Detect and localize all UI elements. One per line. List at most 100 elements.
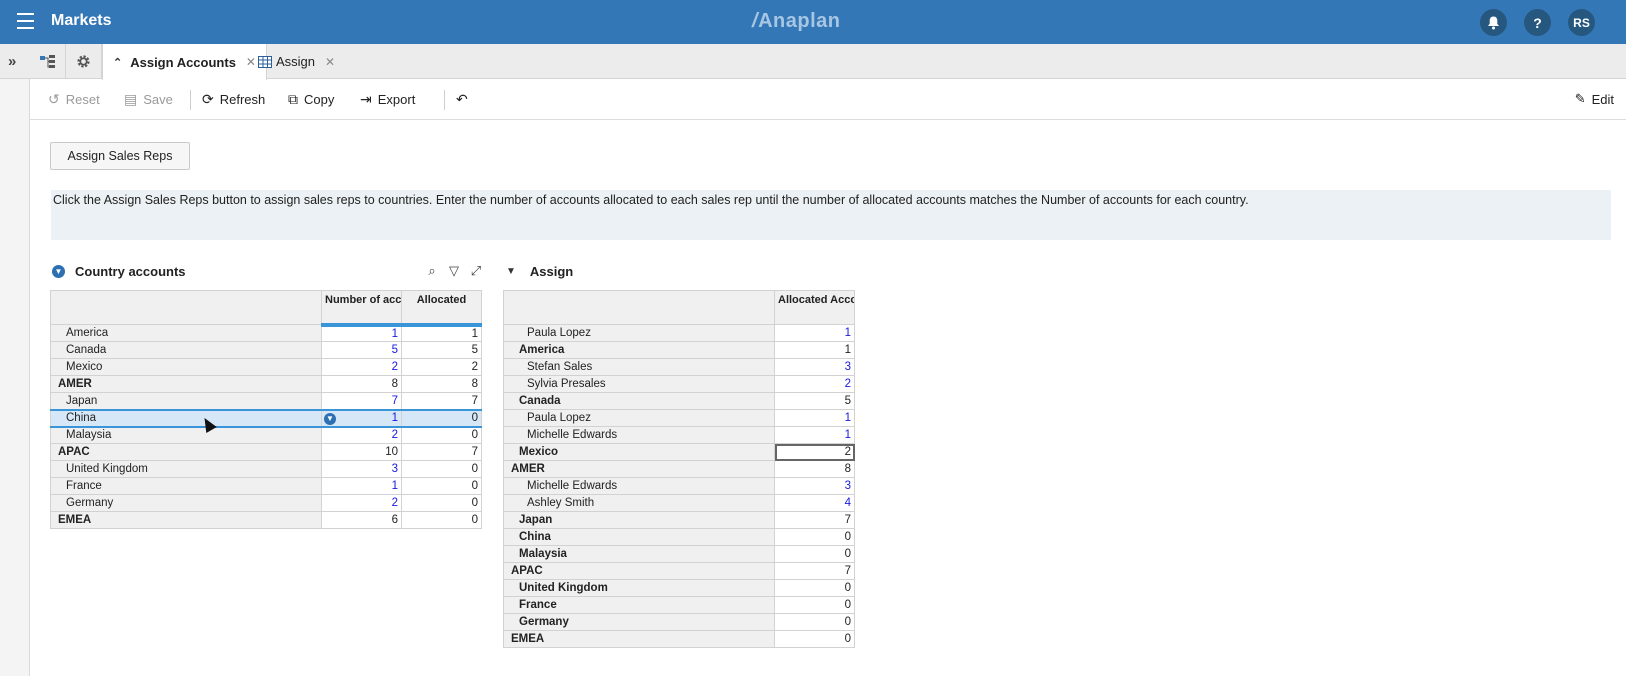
allocated-accounts-cell[interactable]: 2 (774, 375, 855, 393)
copy-icon: ⧉ (288, 91, 298, 107)
cell-dropdown-icon[interactable]: ▼ (324, 412, 336, 425)
refresh-icon: ⟳ (202, 91, 214, 107)
table-row[interactable]: APAC 10 7 (50, 443, 482, 461)
table-row[interactable]: America 1 1 (50, 324, 482, 342)
user-avatar[interactable]: RS (1568, 9, 1595, 36)
expand-rail-icon[interactable]: » (8, 53, 16, 70)
export-button[interactable]: ⇥ Export (360, 91, 415, 108)
table-row[interactable]: Germany 2 0 (50, 494, 482, 512)
table-row[interactable]: Michelle Edwards 1 (503, 426, 855, 444)
number-of-accounts-cell[interactable]: ▼ 1 (321, 408, 402, 428)
row-label: Germany (50, 494, 322, 512)
copy-button[interactable]: ⧉ Copy (288, 91, 334, 108)
row-label: Malaysia (503, 545, 775, 563)
number-of-accounts-cell[interactable]: 1 (321, 324, 402, 342)
number-of-accounts-cell[interactable]: 2 (321, 426, 402, 444)
grid-module-icon (258, 55, 272, 68)
allocated-accounts-cell: 0 (774, 630, 855, 648)
allocated-accounts-cell[interactable]: 1 (774, 426, 855, 444)
table-row[interactable]: France 1 0 (50, 477, 482, 495)
table-row[interactable]: Paula Lopez 1 (503, 409, 855, 427)
search-icon[interactable]: ⌕ (424, 263, 440, 279)
allocated-accounts-cell: 0 (774, 613, 855, 631)
table-row[interactable]: Ashley Smith 4 (503, 494, 855, 512)
close-tab-icon[interactable]: ✕ (325, 55, 335, 69)
save-button[interactable]: ▤ Save (124, 91, 173, 108)
table-row[interactable]: AMER 8 (503, 460, 855, 478)
table-row[interactable]: Stefan Sales 3 (503, 358, 855, 376)
table-row[interactable]: EMEA 6 0 (50, 511, 482, 529)
collapse-triangle-icon[interactable]: ▼ (506, 266, 516, 277)
table-row[interactable]: EMEA 0 (503, 630, 855, 648)
table-row[interactable]: Japan 7 (503, 511, 855, 529)
allocated-accounts-cell[interactable]: 2 (774, 443, 855, 461)
assign-sales-reps-button[interactable]: Assign Sales Reps (50, 142, 190, 170)
table-row[interactable]: America 1 (503, 341, 855, 359)
model-structure-icon[interactable] (30, 44, 66, 79)
filter-icon[interactable]: ▽ (446, 263, 462, 279)
table-row[interactable]: China 0 (503, 528, 855, 546)
table-row[interactable]: France 0 (503, 596, 855, 614)
edit-button[interactable]: ✎ Edit (1575, 91, 1614, 107)
info-text: Click the Assign Sales Reps button to as… (51, 190, 1611, 240)
table-row[interactable]: Malaysia 2 0 (50, 426, 482, 444)
row-label: America (50, 324, 322, 342)
number-of-accounts-cell[interactable]: 7 (321, 392, 402, 410)
allocated-accounts-cell[interactable]: 4 (774, 494, 855, 512)
allocated-accounts-cell[interactable]: 3 (774, 358, 855, 376)
table-row[interactable]: AMER 8 8 (50, 375, 482, 393)
number-of-accounts-cell[interactable]: 2 (321, 494, 402, 512)
refresh-button[interactable]: ⟳ Refresh (202, 91, 265, 108)
row-label: Japan (50, 392, 322, 410)
table-row[interactable]: Germany 0 (503, 613, 855, 631)
column-header-number-of-accounts[interactable]: Number of accounts (321, 290, 402, 327)
table-row[interactable]: Paula Lopez 1 (503, 324, 855, 342)
number-of-accounts-cell[interactable]: 1 (321, 477, 402, 495)
row-label: Canada (50, 341, 322, 359)
collapse-chevron-icon[interactable]: ⌃ (113, 56, 122, 69)
table-row[interactable]: Canada 5 (503, 392, 855, 410)
allocated-accounts-cell: 8 (774, 460, 855, 478)
number-of-accounts-cell[interactable]: 3 (321, 460, 402, 478)
allocated-accounts-cell: 0 (774, 545, 855, 563)
allocated-accounts-cell: 7 (774, 562, 855, 580)
allocated-accounts-cell: 1 (774, 341, 855, 359)
table-row[interactable]: Mexico 2 2 (50, 358, 482, 376)
settings-gear-icon[interactable] (66, 44, 102, 79)
table-row[interactable]: Malaysia 0 (503, 545, 855, 563)
table-row[interactable]: United Kingdom 0 (503, 579, 855, 597)
table-row[interactable]: China ▼ 1 0 (50, 408, 482, 428)
save-icon: ▤ (124, 91, 138, 107)
table-row[interactable]: United Kingdom 3 0 (50, 460, 482, 478)
undo-icon: ↶ (456, 91, 468, 107)
table-row[interactable]: Michelle Edwards 3 (503, 477, 855, 495)
column-header-allocated-accounts[interactable]: Allocated Accounts (774, 290, 855, 325)
column-header-allocated[interactable]: Allocated (401, 290, 482, 327)
row-label: United Kingdom (50, 460, 322, 478)
help-icon[interactable]: ? (1524, 9, 1551, 36)
panel-menu-icon[interactable]: ▼ (52, 265, 65, 278)
reset-button[interactable]: ↺ Reset (48, 91, 100, 108)
notifications-bell-icon[interactable] (1480, 9, 1507, 36)
number-of-accounts-cell[interactable]: 2 (321, 358, 402, 376)
expand-icon[interactable]: ⤢ (468, 263, 484, 279)
tab-assign[interactable]: Assign ✕ (248, 44, 345, 79)
allocated-accounts-cell[interactable]: 3 (774, 477, 855, 495)
table-row[interactable]: Canada 5 5 (50, 341, 482, 359)
allocated-accounts-cell[interactable]: 1 (774, 409, 855, 427)
allocated-accounts-cell[interactable]: 1 (774, 324, 855, 342)
table-row[interactable]: Mexico 2 (503, 443, 855, 461)
toolbar-divider (190, 90, 191, 110)
allocated-cell: 5 (401, 341, 482, 359)
hamburger-menu-icon[interactable] (17, 13, 34, 30)
allocated-cell: 1 (401, 324, 482, 342)
table-row[interactable]: Japan 7 7 (50, 392, 482, 410)
number-of-accounts-cell[interactable]: 5 (321, 341, 402, 359)
undo-button[interactable]: ↶ (456, 91, 474, 108)
tab-assign-accounts[interactable]: ⌃ Assign Accounts ✕ (102, 44, 267, 80)
table-row[interactable]: Sylvia Presales 2 (503, 375, 855, 393)
table-row[interactable]: APAC 7 (503, 562, 855, 580)
allocated-accounts-cell: 0 (774, 596, 855, 614)
row-label: Germany (503, 613, 775, 631)
allocated-cell: 2 (401, 358, 482, 376)
